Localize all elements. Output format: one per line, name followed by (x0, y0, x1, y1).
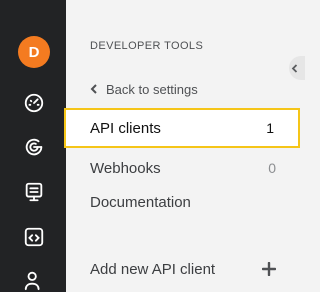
nav-item-api-clients[interactable]: API clients 1 (64, 108, 300, 148)
chevron-left-icon (90, 84, 97, 94)
nav-item-label: Documentation (90, 193, 191, 211)
nav-item-label: Webhooks (90, 159, 161, 177)
chevron-left-icon (291, 63, 298, 73)
users-icon[interactable] (22, 268, 46, 292)
add-api-client-button[interactable]: Add new API client (66, 256, 300, 282)
avatar-initial: D (28, 43, 40, 61)
dashboard-gauge-icon[interactable] (22, 91, 46, 115)
analytics-swirl-icon[interactable] (22, 135, 46, 159)
nav-item-count: 1 (266, 120, 274, 136)
nav-item-documentation[interactable]: Documentation (66, 183, 300, 221)
plus-icon (262, 262, 276, 276)
back-to-settings-link[interactable]: Back to settings (90, 81, 198, 97)
monitor-list-icon[interactable] (22, 180, 46, 204)
nav-item-label: API clients (90, 119, 161, 137)
nav-item-webhooks[interactable]: Webhooks 0 (66, 149, 300, 187)
user-avatar[interactable]: D (18, 36, 50, 68)
add-api-client-label: Add new API client (90, 260, 216, 278)
back-link-label: Back to settings (106, 81, 198, 97)
nav-item-count: 0 (268, 160, 276, 176)
section-title: DEVELOPER TOOLS (90, 40, 204, 52)
icon-rail: D (0, 0, 66, 292)
code-window-icon[interactable] (22, 225, 46, 249)
